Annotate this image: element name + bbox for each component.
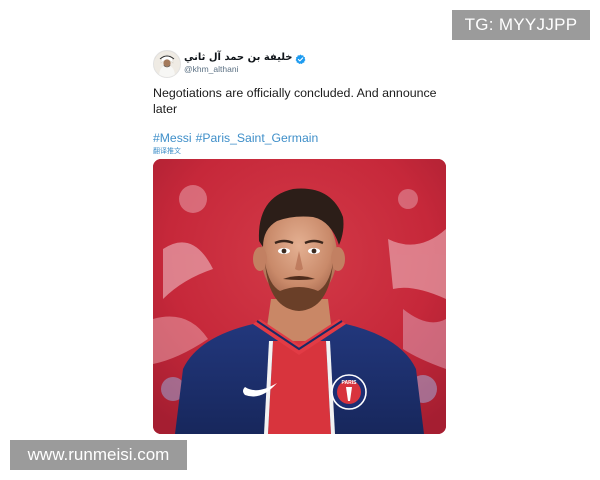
tweet-card[interactable]: خليفة بن حمد آل ثاني @khm_althani Negoti… xyxy=(153,48,446,434)
hashtag-link[interactable]: #Messi xyxy=(153,131,192,145)
watermark-telegram: TG: MYYJJPP xyxy=(452,10,590,40)
tweet-text: Negotiations are officially concluded. A… xyxy=(153,86,437,116)
crest-label: PARIS xyxy=(342,380,358,386)
hashtag-link[interactable]: #Paris_Saint_Germain xyxy=(196,131,319,145)
watermark-website: www.runmeisi.com xyxy=(10,440,187,470)
player-illustration: PARIS xyxy=(153,159,446,434)
psg-crest-icon: PARIS xyxy=(331,374,367,410)
hashtags: #Messi #Paris_Saint_Germain xyxy=(153,131,446,146)
avatar[interactable] xyxy=(153,50,181,78)
translate-tweet-link[interactable]: 翻译推文 xyxy=(153,147,446,156)
user-names: خليفة بن حمد آل ثاني @khm_althani xyxy=(184,50,306,74)
tweet-header: خليفة بن حمد آل ثاني @khm_althani xyxy=(153,48,446,78)
tweet-media-image[interactable]: PARIS xyxy=(153,159,446,434)
verified-badge-icon xyxy=(295,52,306,64)
display-name[interactable]: خليفة بن حمد آل ثاني xyxy=(184,52,293,63)
user-handle[interactable]: @khm_althani xyxy=(184,64,306,74)
